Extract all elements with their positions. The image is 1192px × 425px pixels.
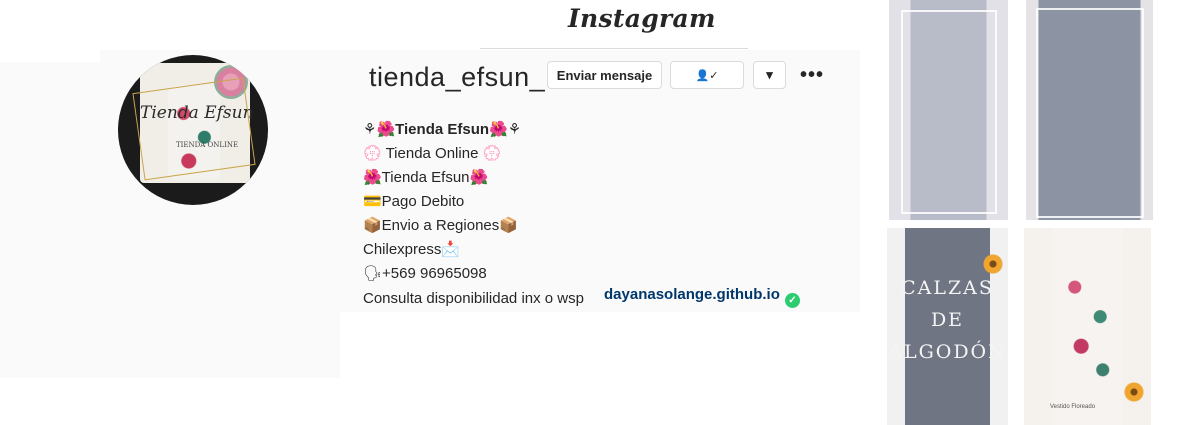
header-divider <box>480 48 748 49</box>
bio-emoji: ⚘🌺 <box>363 121 396 138</box>
flower-decoration-icon <box>983 254 1003 274</box>
verified-check-icon: ✓ <box>785 293 800 308</box>
post-white-frame <box>1036 8 1144 218</box>
post-white-frame <box>901 10 997 214</box>
suggestions-dropdown-button[interactable]: ▾ <box>753 61 786 89</box>
bio-line: 📦Envio a Regiones📦 <box>363 217 518 234</box>
avatar-logo-text: Tienda Efsun <box>140 103 254 123</box>
bio-line: 🗣+569 96965098 <box>363 265 487 282</box>
send-message-button[interactable]: Enviar mensaje <box>547 61 662 89</box>
profile-bio: ⚘🌺Tienda Efsun🌺⚘ 💮 Tienda Online 💮 🌺Tien… <box>363 118 521 286</box>
post-overlay-text: CALZAS DE ALGODÓN <box>888 277 1007 363</box>
avatar-logo-subtitle: TIENDA ONLINE <box>176 141 239 149</box>
following-button[interactable]: 👤✓ <box>670 61 744 89</box>
post-thumbnail[interactable]: CALZAS DE ALGODÓN <box>887 228 1008 425</box>
post-thumbnail[interactable] <box>889 0 1008 220</box>
bio-line: 💮 Tienda Online 💮 <box>363 145 502 162</box>
profile-avatar[interactable]: Tienda Efsun TIENDA ONLINE <box>118 55 268 205</box>
post-thumbnail[interactable]: Vestido Floreado <box>1024 228 1151 425</box>
post-caption-text: Vestido Floreado <box>1050 404 1096 410</box>
bio-emoji: 🌺⚘ <box>489 121 522 138</box>
page-background-bottom <box>0 312 300 378</box>
avatar-gold-frame <box>132 77 256 181</box>
bio-display-name: Tienda Efsun <box>395 121 490 138</box>
more-options-icon[interactable]: ••• <box>800 64 824 87</box>
bio-line: 🌺Tienda Efsun🌺 <box>363 169 489 186</box>
profile-username: tienda_efsun_ <box>369 62 546 92</box>
flower-decoration-icon <box>1124 382 1144 402</box>
chevron-down-icon: ▾ <box>766 67 773 82</box>
bio-line: Chilexpress📩 <box>363 241 461 258</box>
user-check-icon: 👤✓ <box>695 69 719 82</box>
bio-line: ⚘🌺Tienda Efsun🌺⚘ <box>363 118 521 142</box>
post-thumbnail[interactable] <box>1026 0 1153 220</box>
bio-last-line: Consulta disponibilidad inx o wsp <box>363 290 584 307</box>
bio-website-link[interactable]: dayanasolange.github.io <box>604 286 780 303</box>
instagram-logo[interactable]: Instagram <box>568 4 716 33</box>
bio-line: 💳Pago Debito <box>363 193 465 210</box>
